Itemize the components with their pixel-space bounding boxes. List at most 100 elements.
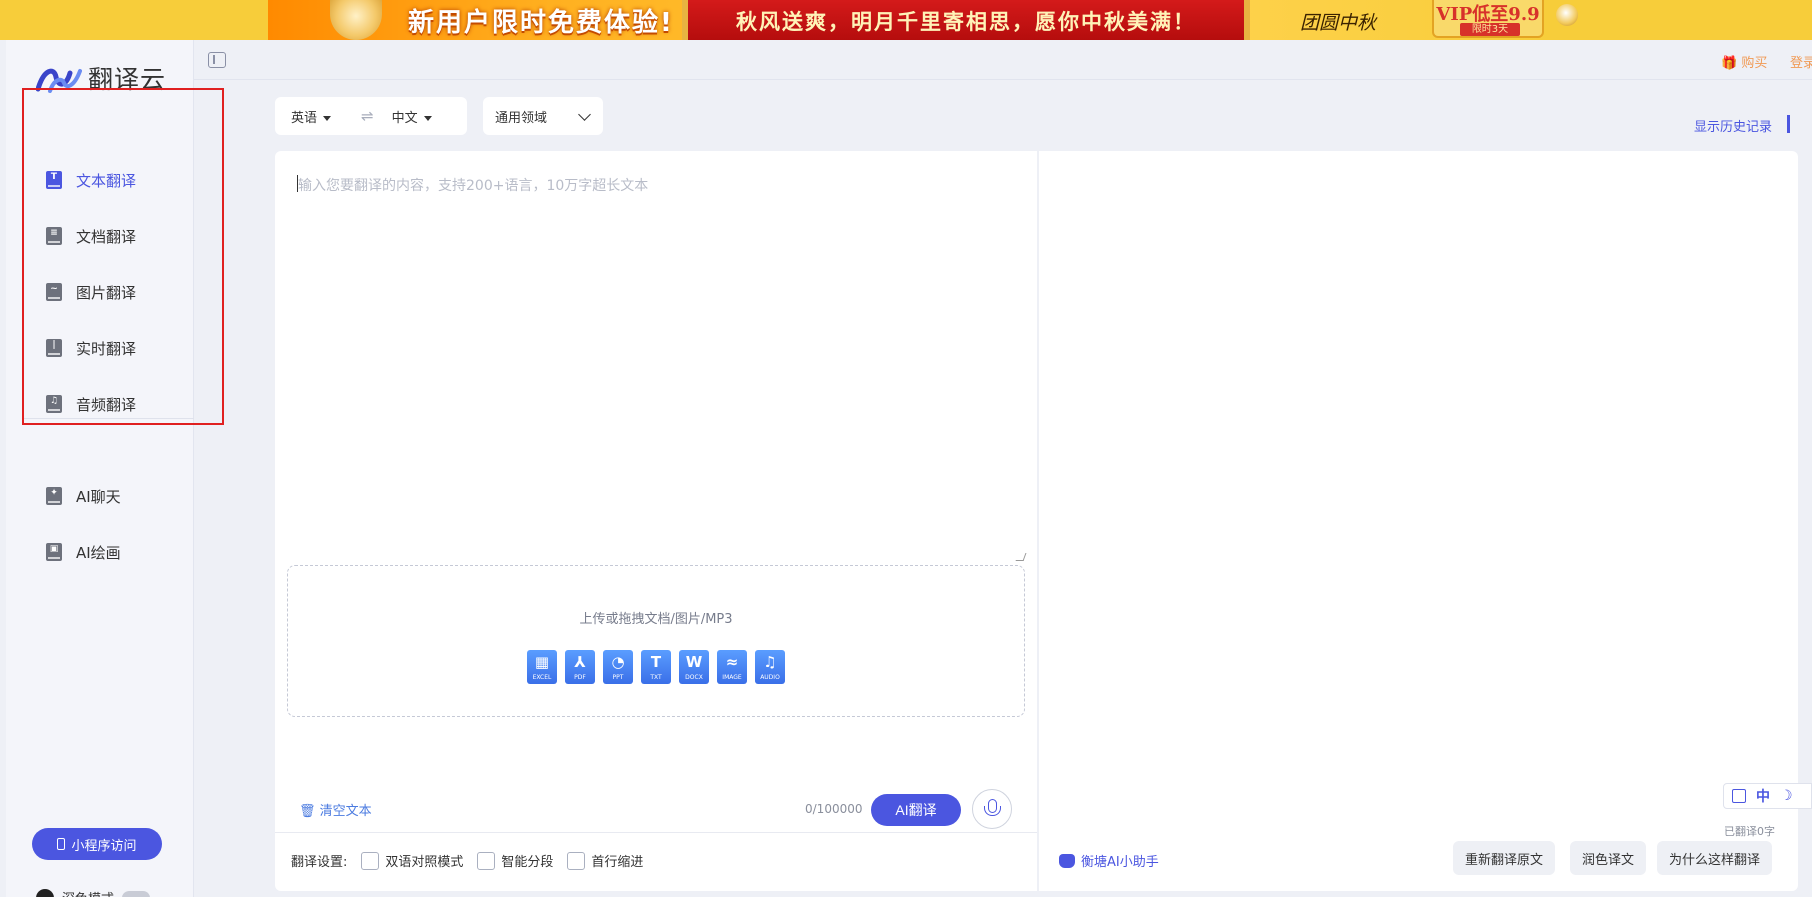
- why-translate-button[interactable]: 为什么这样翻译: [1657, 841, 1773, 875]
- ai-nav: ✦ AI聊天 ▣ AI绘画: [6, 468, 194, 580]
- target-panel: [1039, 151, 1798, 891]
- sidebar-item-label: 文档翻译: [76, 227, 137, 246]
- clear-text-button[interactable]: 🗑 清空文本: [299, 800, 372, 819]
- image-icon: ~: [46, 283, 62, 301]
- source-text-input[interactable]: [297, 173, 1017, 553]
- chinese-input-toggle[interactable]: 中: [1756, 786, 1770, 806]
- show-history-link[interactable]: 显示历史记录: [1694, 116, 1772, 135]
- login-link[interactable]: 登录: [1790, 52, 1812, 71]
- image-label: IMAGE: [722, 674, 742, 681]
- upload-hint: 上传或拖拽文档/图片/MP3: [579, 612, 733, 627]
- resize-handle-icon[interactable]: [1015, 553, 1027, 561]
- source-language-dropdown[interactable]: 英语: [291, 107, 332, 126]
- pdf-label: PDF: [574, 674, 586, 681]
- voice-input-button[interactable]: [972, 789, 1012, 829]
- sidebar-item-document-translate[interactable]: ≡ 文档翻译: [6, 208, 194, 264]
- ppt-label: PPT: [612, 674, 624, 681]
- app-name: 翻译云: [88, 65, 167, 94]
- mini-program-button[interactable]: 小程序访问: [32, 828, 162, 860]
- expand-icon[interactable]: [1732, 789, 1746, 803]
- phone-icon: [57, 838, 66, 850]
- target-language-dropdown[interactable]: 中文: [392, 107, 432, 126]
- first-line-indent-checkbox[interactable]: [567, 851, 586, 870]
- excel-label: EXCEL: [532, 674, 552, 681]
- sidebar-item-audio-translate[interactable]: ♫ 音频翻译: [6, 376, 194, 432]
- docx-glyph: W: [685, 653, 703, 671]
- sidebar-item-label: 图片翻译: [76, 283, 137, 302]
- audio-file-icon[interactable]: ♫ AUDIO: [755, 650, 785, 684]
- buy-link[interactable]: 🎁 购买: [1721, 52, 1767, 71]
- bilingual-checkbox[interactable]: [361, 851, 380, 870]
- audio-glyph: ♫: [763, 653, 777, 671]
- translated-count: 已翻译0字: [1724, 825, 1775, 838]
- sidebar-item-label: 文本翻译: [76, 171, 137, 190]
- sidebar-item-ai-chat[interactable]: ✦ AI聊天: [6, 468, 194, 524]
- settings-label: 翻译设置:: [291, 855, 348, 870]
- txt-label: TXT: [650, 674, 662, 681]
- banner-title: 新用户限时免费体验!: [408, 8, 674, 38]
- bilingual-label: 双语对照模式: [385, 855, 464, 870]
- file-type-icons: ▦ EXCEL ⅄ PDF ◔ PPT T TXT W DOCX ≈ IMAGE ♫ AUDI…: [288, 650, 1024, 684]
- floating-toolbar: 中 ☽: [1723, 783, 1812, 809]
- translate-nav: T 文本翻译 ≡ 文档翻译 ~ 图片翻译 | 实时翻译 ♫ 音频翻译: [6, 152, 194, 432]
- docx-label: DOCX: [685, 674, 703, 681]
- excel-glyph: ▦: [534, 653, 550, 671]
- excel-file-icon[interactable]: ▦ EXCEL: [527, 650, 557, 684]
- moon-icon: [36, 888, 54, 897]
- docx-file-icon[interactable]: W DOCX: [679, 650, 709, 684]
- mascot-icon: [1556, 4, 1578, 26]
- music-note-icon: ♫: [46, 395, 62, 413]
- dark-mode-row: 深色模式: [36, 888, 151, 897]
- retranslate-button[interactable]: 重新翻译原文: [1453, 841, 1556, 875]
- banner-vip-tag[interactable]: VIP低至9.9 限时3天: [1432, 0, 1544, 38]
- sidebar-collapse-icon[interactable]: [208, 52, 226, 68]
- ai-translate-button[interactable]: AI翻译: [871, 794, 961, 826]
- image-file-icon[interactable]: ≈ IMAGE: [717, 650, 747, 684]
- domain-label: 通用领域: [495, 110, 548, 126]
- sidebar-item-image-translate[interactable]: ~ 图片翻译: [6, 264, 194, 320]
- banner-vip-limit: 限时3天: [1460, 23, 1520, 36]
- smart-paragraph-label: 智能分段: [501, 855, 554, 870]
- audio-label: AUDIO: [760, 674, 780, 681]
- sidebar-item-text-translate[interactable]: T 文本翻译: [6, 152, 194, 208]
- pdf-glyph: ⅄: [574, 653, 586, 671]
- ai-paint-icon: ▣: [46, 543, 62, 561]
- ppt-glyph: ◔: [611, 653, 625, 671]
- upload-dropzone[interactable]: 上传或拖拽文档/图片/MP3 ▦ EXCEL ⅄ PDF ◔ PPT T TXT W DO…: [287, 565, 1025, 717]
- banner-mid-autumn-logo: 团圆中秋: [1300, 12, 1377, 34]
- moon-icon[interactable]: ☽: [1780, 788, 1793, 804]
- top-bar: 🎁 购买 登录: [194, 40, 1812, 80]
- sidebar-item-label: AI绘画: [76, 543, 121, 562]
- domain-dropdown[interactable]: 通用领域: [483, 97, 603, 135]
- sidebar-item-realtime-translate[interactable]: | 实时翻译: [6, 320, 194, 376]
- banner-promo-text: 秋风送爽，明月千里寄相思，愿你中秋美满！: [736, 10, 1196, 34]
- ppt-file-icon[interactable]: ◔ PPT: [603, 650, 633, 684]
- sidebar-item-label: AI聊天: [76, 487, 121, 506]
- source-panel: 输入您要翻译的内容，支持200+语言，10万字超长文本 上传或拖拽文档/图片/M…: [275, 151, 1037, 891]
- txt-glyph: T: [650, 653, 662, 671]
- sidebar-item-label: 音频翻译: [76, 395, 137, 414]
- dark-mode-toggle[interactable]: [122, 890, 151, 897]
- cat-mascot-icon: [1059, 853, 1075, 868]
- settings-divider: [275, 832, 1037, 833]
- caret-down-icon: [423, 115, 432, 121]
- target-language-label: 中文: [391, 110, 418, 126]
- logo-mark-icon: [35, 63, 82, 93]
- sidebar-item-ai-paint[interactable]: ▣ AI绘画: [6, 524, 194, 580]
- audio-wave-icon: |: [46, 339, 62, 357]
- swap-languages-icon[interactable]: ⇌: [361, 107, 374, 125]
- ai-assistant-link[interactable]: 衡塘AI小助手: [1059, 851, 1159, 870]
- txt-file-icon[interactable]: T TXT: [641, 650, 671, 684]
- polish-translation-button[interactable]: 润色译文: [1570, 841, 1647, 875]
- pdf-file-icon[interactable]: ⅄ PDF: [565, 650, 595, 684]
- sidebar-item-label: 实时翻译: [76, 339, 137, 358]
- source-language-label: 英语: [291, 110, 318, 126]
- image-glyph: ≈: [725, 653, 739, 671]
- translation-settings: 翻译设置: 双语对照模式 智能分段 首行缩进: [291, 851, 643, 870]
- language-selector: 英语 ⇌ 中文: [275, 97, 467, 135]
- sidebar: 翻译云 T 文本翻译 ≡ 文档翻译 ~ 图片翻译 | 实时翻译 ♫ 音频翻译 ✦…: [6, 40, 194, 897]
- history-indicator: [1787, 115, 1790, 133]
- smart-paragraph-checkbox[interactable]: [477, 851, 496, 870]
- promo-banner[interactable]: 新用户限时免费体验! 秋风送爽，明月千里寄相思，愿你中秋美满！ 团圆中秋 VIP…: [0, 0, 1812, 40]
- app-logo[interactable]: 翻译云: [35, 60, 167, 96]
